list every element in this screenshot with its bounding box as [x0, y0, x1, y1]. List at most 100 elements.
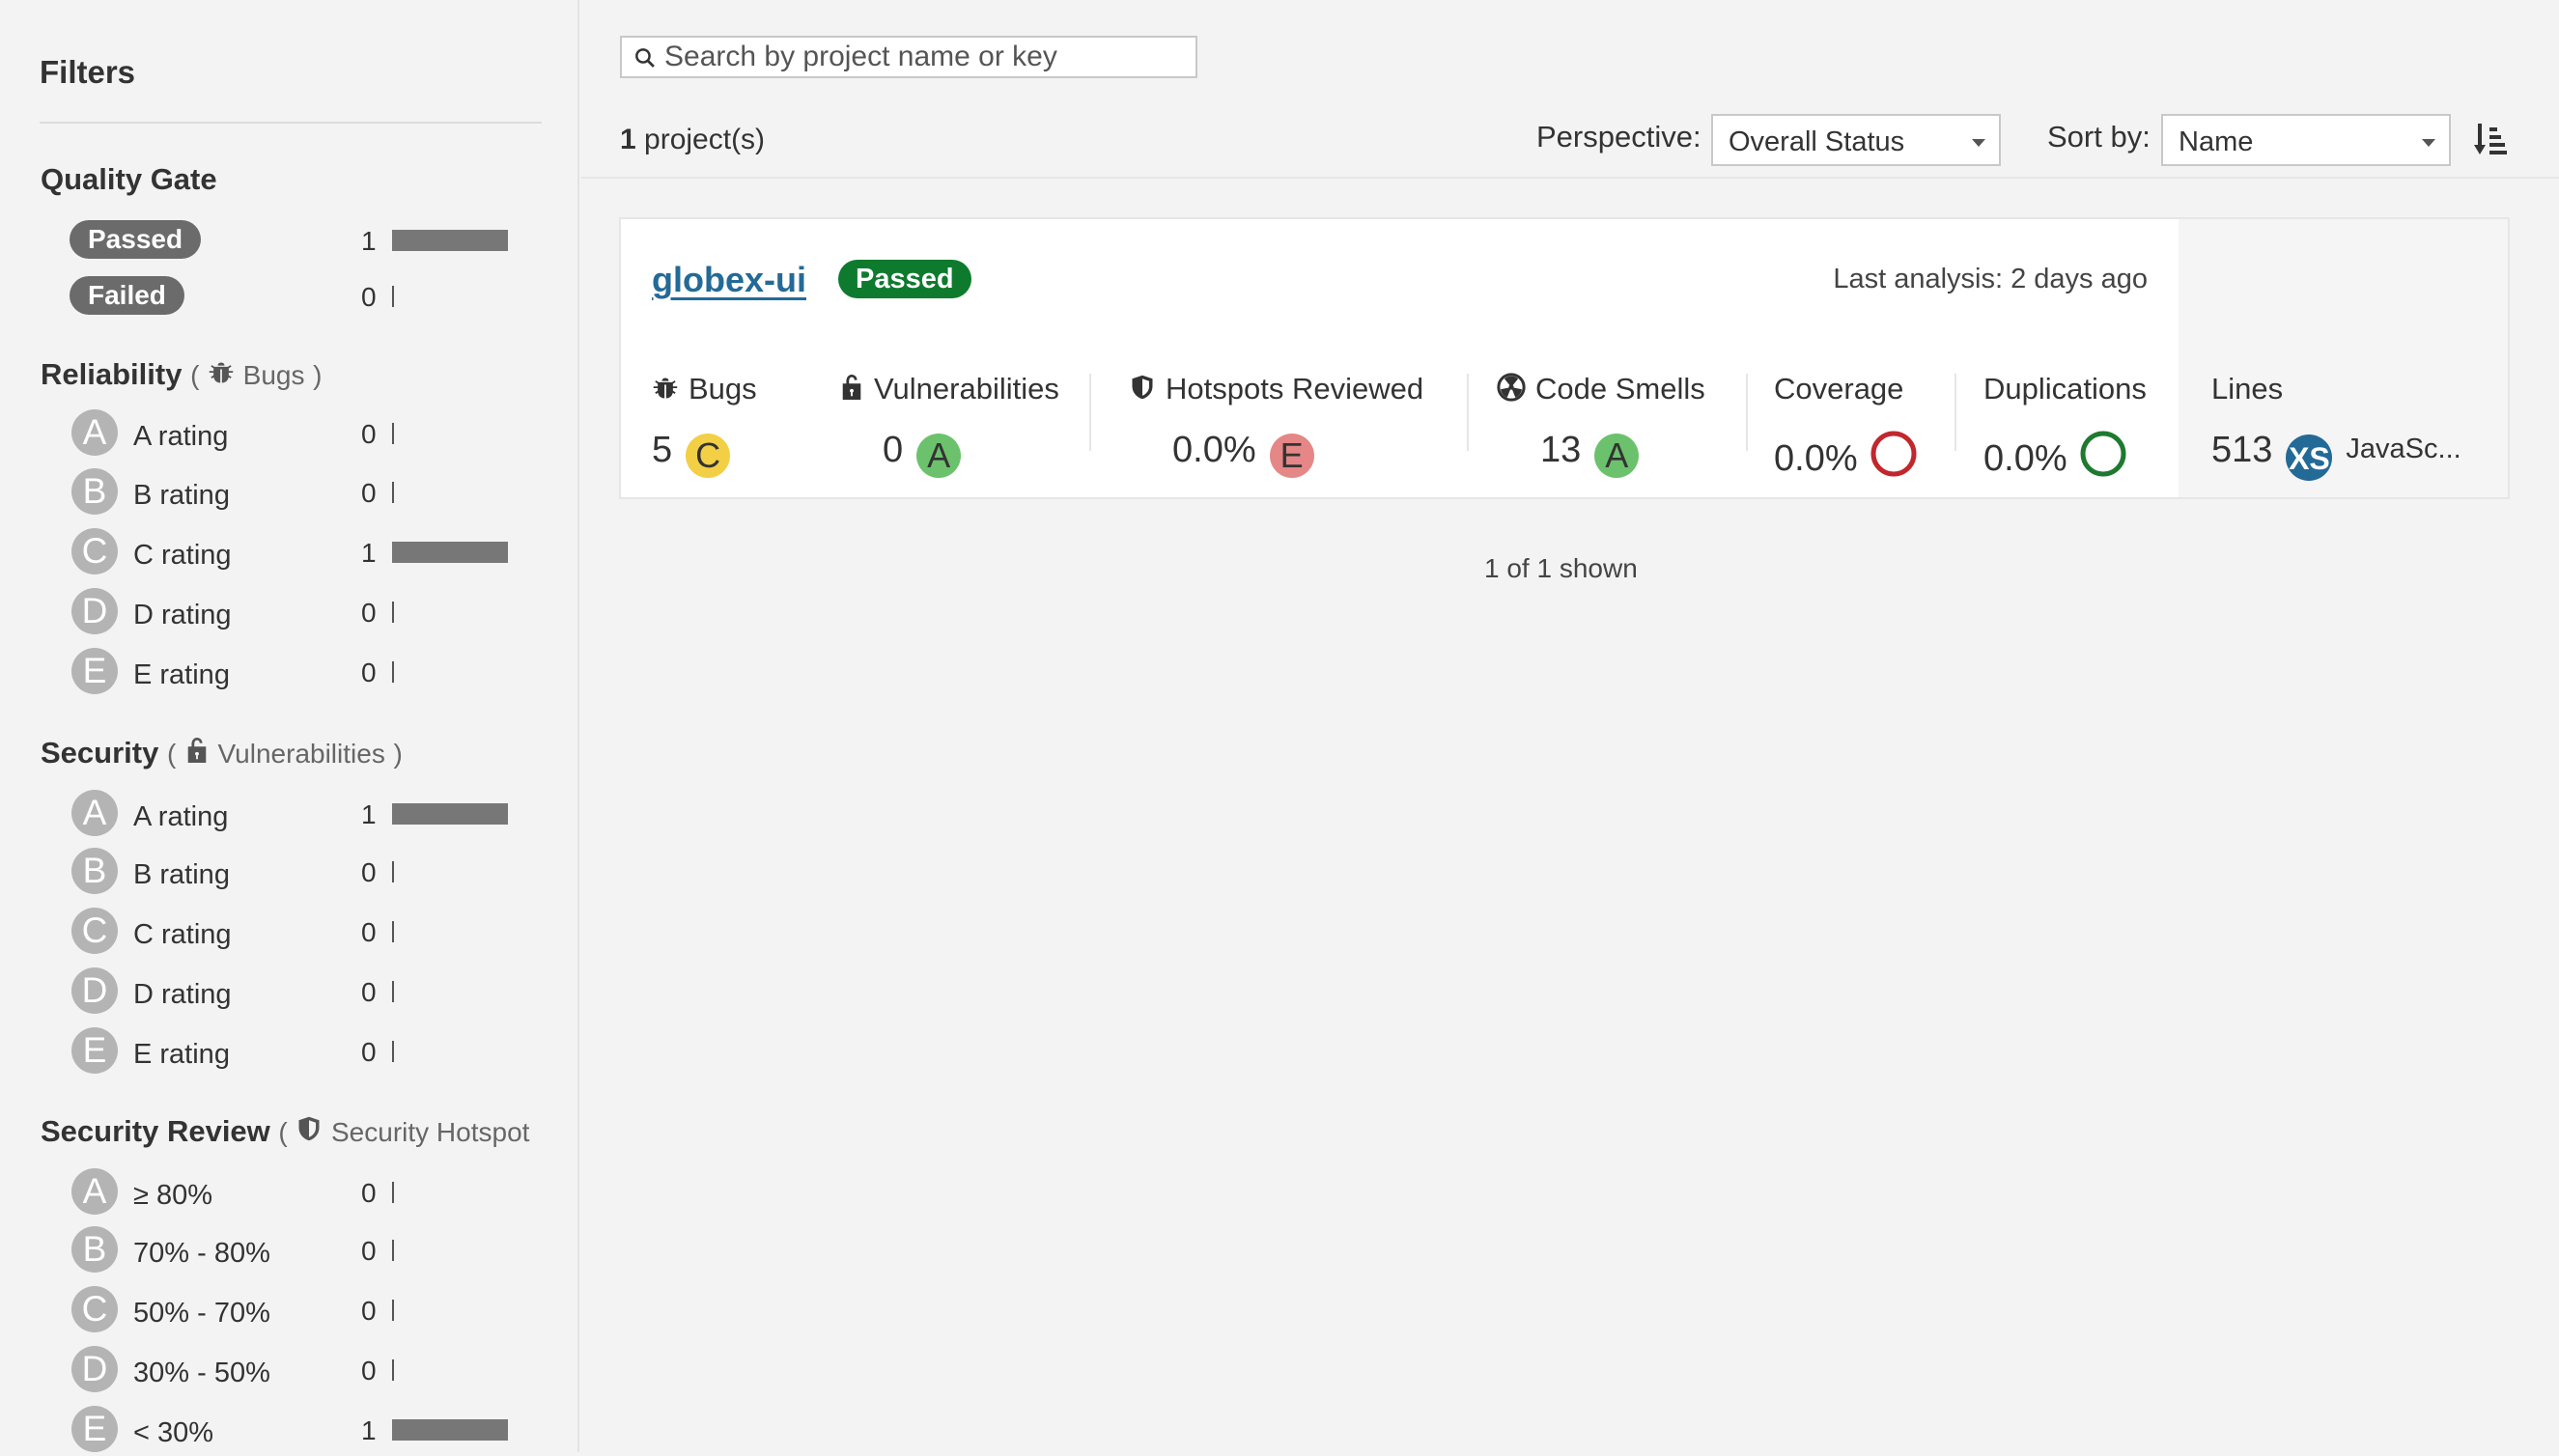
shield-icon — [298, 1116, 320, 1141]
measure-coverage[interactable]: Coverage 0.0% — [1774, 372, 1917, 479]
facet-title-security-review[interactable]: Security Review ( Security Hotspot — [41, 1114, 529, 1149]
facet-item-review-c[interactable]: C 50% - 70% 0 — [70, 1286, 514, 1336]
facet-bar — [392, 230, 508, 251]
facet-item-security-b[interactable]: B B rating 0 — [70, 848, 514, 898]
facet-bar — [392, 1359, 394, 1381]
facet-count: 0 — [361, 1236, 377, 1266]
facet-count: 0 — [361, 1178, 377, 1208]
facet-item-reliability-d[interactable]: D D rating 0 — [70, 588, 514, 638]
facet-label: E rating — [133, 659, 230, 690]
facet-item-reliability-c[interactable]: C C rating 1 — [70, 528, 514, 578]
facet-item-security-c[interactable]: C C rating 0 — [70, 908, 514, 958]
radiation-icon — [1497, 373, 1526, 402]
facet-label: 70% - 80% — [133, 1238, 270, 1269]
sort-value: Name — [2179, 126, 2254, 157]
facet-bar — [392, 1041, 394, 1062]
measure-code-smells[interactable]: Code Smells 13 A — [1497, 372, 1705, 478]
perspective-select[interactable]: Overall Status — [1711, 114, 2001, 166]
facet-item-security-d[interactable]: D D rating 0 — [70, 967, 514, 1018]
facet-label: B rating — [133, 480, 230, 511]
rating-e-icon: E — [71, 648, 118, 694]
facet-count: 1 — [361, 538, 377, 568]
unlock-icon — [842, 375, 861, 400]
facet-bar — [392, 861, 394, 882]
facet-bar — [392, 1182, 394, 1203]
rating-b-icon: B — [71, 1226, 118, 1273]
bug-icon — [209, 362, 234, 383]
facet-item-review-e[interactable]: E < 30% 1 — [70, 1406, 514, 1456]
facet-count: 0 — [361, 1296, 377, 1326]
facet-count: 0 — [361, 598, 377, 628]
rating-e-icon: E — [71, 1406, 118, 1452]
project-name-link[interactable]: globex-ui — [652, 260, 806, 300]
facet-bar — [392, 921, 394, 942]
filters-sidebar: Filters Quality Gate Passed 1 Failed 0 R… — [0, 0, 579, 1452]
measure-vulnerabilities[interactable]: Vulnerabilities 0A — [839, 372, 1059, 478]
facet-title-quality-gate[interactable]: Quality Gate — [41, 162, 217, 197]
facet-item-qg-passed[interactable]: Passed 1 — [70, 216, 514, 266]
divider — [1954, 374, 1956, 451]
facet-item-reliability-b[interactable]: B B rating 0 — [70, 468, 514, 518]
facet-count: 0 — [361, 977, 377, 1007]
facet-label: C rating — [133, 919, 232, 950]
facet-item-review-b[interactable]: B 70% - 80% 0 — [70, 1226, 514, 1276]
facet-label: < 30% — [133, 1417, 214, 1448]
measure-duplications[interactable]: Duplications 0.0% — [1983, 372, 2147, 479]
facet-label: 50% - 70% — [133, 1298, 270, 1329]
qg-failed-pill: Failed — [70, 276, 184, 315]
unlock-icon — [187, 738, 207, 763]
facet-count: 1 — [361, 226, 377, 256]
measure-lines[interactable]: Lines 513 XS JavaSc... — [2211, 372, 2461, 481]
hotspots-value: 0.0% — [1172, 430, 1256, 470]
facet-label: E rating — [133, 1039, 230, 1070]
facet-label: A rating — [133, 801, 229, 832]
facet-item-reliability-a[interactable]: A A rating 0 — [70, 409, 514, 460]
facet-item-qg-failed[interactable]: Failed 0 — [70, 272, 514, 322]
divider — [1467, 374, 1469, 451]
facet-label: C rating — [133, 540, 232, 571]
facet-title-reliability[interactable]: Reliability ( Bugs ) — [41, 357, 322, 392]
sort-label: Sort by: — [2047, 120, 2151, 154]
duplications-donut — [2080, 431, 2126, 477]
facet-item-reliability-e[interactable]: E E rating 0 — [70, 648, 514, 698]
bugs-value: 5 — [652, 430, 673, 470]
divider — [40, 122, 542, 124]
facet-title-security[interactable]: Security ( Vulnerabilities ) — [41, 736, 403, 770]
facet-count: 0 — [361, 658, 377, 687]
rating-b-icon: B — [71, 468, 118, 515]
facet-item-review-d[interactable]: D 30% - 50% 0 — [70, 1346, 514, 1396]
rating-d-icon: D — [71, 1346, 118, 1392]
facet-item-security-a[interactable]: A A rating 1 — [70, 790, 514, 840]
facet-bar — [392, 286, 394, 307]
sort-select[interactable]: Name — [2161, 114, 2451, 166]
rating-c-icon: C — [71, 908, 118, 954]
facet-count: 0 — [361, 1037, 377, 1067]
project-count: 1 project(s) — [620, 124, 766, 155]
qg-passed-pill: Passed — [70, 220, 202, 259]
facet-bar — [392, 602, 394, 623]
facet-bar — [392, 661, 394, 683]
measure-hotspots-reviewed[interactable]: Hotspots Reviewed 0.0% E — [1129, 372, 1423, 478]
measure-bugs[interactable]: Bugs 5C — [652, 372, 757, 478]
facet-item-security-e[interactable]: E E rating 0 — [70, 1027, 514, 1078]
filters-title: Filters — [40, 54, 136, 90]
facet-item-review-a[interactable]: A ≥ 80% 0 — [70, 1168, 514, 1218]
facet-count: 0 — [361, 1356, 377, 1386]
facet-label: ≥ 80% — [133, 1180, 213, 1211]
facet-count: 0 — [361, 282, 377, 312]
facet-count: 0 — [361, 917, 377, 947]
rating-e-icon: E — [1269, 434, 1314, 478]
size-badge: XS — [2286, 434, 2333, 481]
facet-count: 0 — [361, 478, 377, 508]
facet-label: A rating — [133, 421, 229, 452]
facet-bar — [392, 803, 508, 825]
facet-label: 30% - 50% — [133, 1358, 270, 1388]
search-input[interactable] — [664, 38, 1186, 76]
search-box[interactable] — [620, 36, 1197, 78]
sort-direction-icon[interactable] — [2474, 122, 2507, 156]
divider — [1089, 374, 1091, 451]
last-analysis: Last analysis: 2 days ago — [1833, 264, 2148, 294]
facet-bar — [392, 423, 394, 444]
facet-label: D rating — [133, 979, 232, 1010]
perspective-label: Perspective: — [1536, 120, 1701, 154]
